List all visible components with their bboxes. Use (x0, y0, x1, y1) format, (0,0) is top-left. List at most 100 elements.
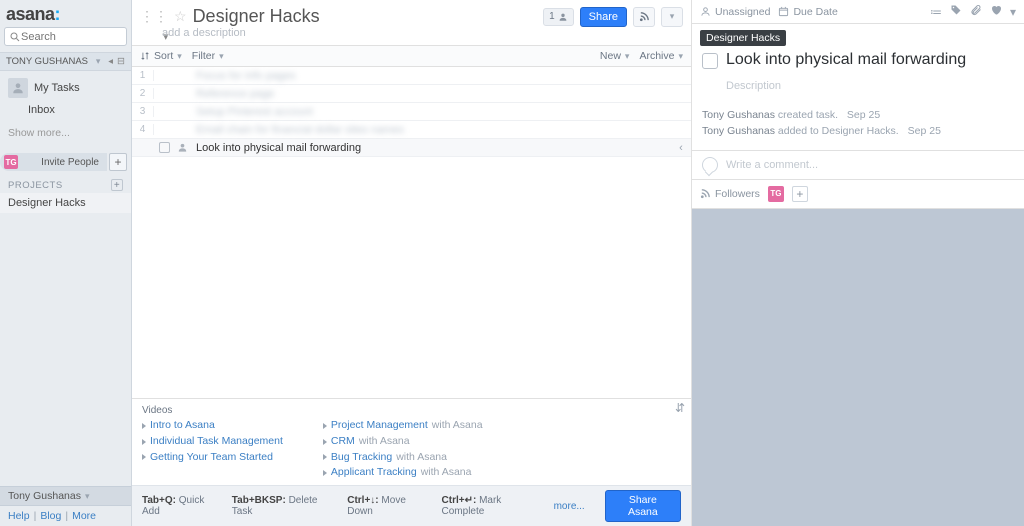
footer-user-menu[interactable]: Tony Gushanas ▾ (0, 486, 131, 505)
star-icon[interactable]: ☆ (174, 8, 187, 25)
help-link-label: Intro to Asana (150, 418, 215, 434)
task-row[interactable]: Look into physical mail forwarding‹ (132, 139, 691, 157)
task-text[interactable]: Focus for info pages (190, 70, 691, 82)
task-title[interactable]: Look into physical mail forwarding (726, 50, 966, 70)
help-video-link[interactable]: Getting Your Team Started (142, 450, 283, 466)
footer-link-more[interactable]: More (72, 510, 96, 522)
new-menu[interactable]: New ▾ (600, 50, 630, 62)
footer-user-name: Tony Gushanas (8, 490, 81, 502)
sidebar-show-more[interactable]: Show more... (0, 119, 131, 147)
left-sidebar: asana: ▾ TONY GUSHANAS ▾ ◂ ⊟ My Tasks (0, 0, 132, 526)
share-asana-button[interactable]: Share Asana (605, 490, 681, 522)
row-checkbox[interactable] (154, 142, 174, 153)
invite-people-label: Invite People (41, 157, 99, 168)
help-link-label: Getting Your Team Started (150, 450, 273, 466)
project-menu-button[interactable]: ▾ (661, 7, 683, 27)
activity-line: Tony Gushanas added to Designer Hacks. S… (702, 124, 1014, 140)
archive-menu[interactable]: Archive ▾ (639, 50, 683, 62)
shortcut-quick-add: Tab+Q: Quick Add (142, 495, 222, 517)
due-date-field[interactable]: Due Date (778, 6, 837, 18)
follower-avatar[interactable]: TG (768, 186, 784, 202)
project-item-designer-hacks[interactable]: Designer Hacks (0, 193, 131, 213)
calendar-icon (778, 6, 789, 17)
triangle-bullet-icon (323, 439, 327, 445)
help-videos-panel: ⇵ Videos Intro to AsanaIndividual Task M… (132, 399, 691, 485)
assignee-label: Unassigned (715, 6, 770, 18)
row-number: 4 (132, 124, 154, 135)
projects-header-label: PROJECTS (8, 180, 63, 191)
sidebar-layout-icon[interactable]: ⊟ (117, 56, 125, 67)
sort-icon (140, 51, 150, 61)
triangle-bullet-icon (142, 423, 146, 429)
filter-menu[interactable]: Filter ▾ (192, 50, 224, 62)
workspace-user-row[interactable]: TONY GUSHANAS ▾ ◂ ⊟ (0, 52, 131, 71)
task-row[interactable]: 3Setup Pinterest account (132, 103, 691, 121)
keyboard-shortcut-bar: Tab+Q: Quick Add Tab+BKSP: Delete Task C… (132, 485, 691, 526)
drag-handle-icon[interactable]: ⋮⋮ (140, 8, 168, 25)
help-video-link[interactable]: Project Management with Asana (323, 418, 483, 434)
followers-label-wrap[interactable]: Followers (700, 188, 760, 200)
footer-link-help[interactable]: Help (8, 510, 30, 522)
add-follower-button[interactable]: + (792, 186, 808, 202)
task-text[interactable]: Email chain for financial dollar sites n… (190, 124, 691, 136)
sidebar-collapse-icon[interactable]: ◂ (108, 56, 113, 67)
activity-line: Tony Gushanas created task. Sep 25 (702, 108, 1014, 124)
sidebar-item-inbox[interactable]: Inbox (0, 101, 131, 119)
invite-people-chip[interactable]: TG Invite People (0, 153, 107, 171)
invite-add-button[interactable]: + (109, 153, 127, 171)
shortcuts-more-link[interactable]: more... (554, 501, 585, 512)
activity-date: Sep 25 (908, 125, 941, 137)
activity-user[interactable]: Tony Gushanas (702, 125, 775, 137)
task-row[interactable]: 2Reference page (132, 85, 691, 103)
task-text[interactable]: Setup Pinterest account (190, 106, 691, 118)
task-row[interactable]: 1Focus for info pages (132, 67, 691, 85)
member-count-pill[interactable]: 1 (543, 8, 574, 26)
help-video-link[interactable]: Intro to Asana (142, 418, 283, 434)
tag-icon[interactable] (950, 4, 962, 19)
help-video-link[interactable]: CRM with Asana (323, 434, 483, 450)
more-menu-icon[interactable]: ▾ (1010, 5, 1016, 19)
help-video-link[interactable]: Applicant Tracking with Asana (323, 465, 483, 481)
rss-icon (639, 11, 650, 22)
brand-logo[interactable]: asana: (0, 0, 131, 27)
collapse-help-icon[interactable]: ⇵ (675, 401, 685, 415)
project-description-placeholder[interactable]: add a description (132, 27, 691, 45)
assignee-field[interactable]: Unassigned (700, 6, 770, 18)
sort-menu[interactable]: Sort ▾ (140, 50, 182, 62)
help-link-suffix: with Asana (421, 465, 472, 481)
activity-user[interactable]: Tony Gushanas (702, 109, 775, 121)
center-pane: ⋮⋮ ☆ Designer Hacks 1 Share ▾ add a desc… (132, 0, 692, 526)
task-text[interactable]: Look into physical mail forwarding (190, 142, 671, 154)
task-list: 1Focus for info pages2Reference page3Set… (132, 67, 691, 398)
share-button[interactable]: Share (580, 7, 627, 27)
help-video-link[interactable]: Bug Tracking with Asana (323, 450, 483, 466)
brand-name: asana (6, 4, 55, 24)
task-row[interactable]: 4 Email chain for financial dollar sites … (132, 121, 691, 139)
chevron-down-icon: ▾ (219, 51, 224, 62)
subtasks-icon[interactable]: ≔ (930, 5, 942, 19)
task-text[interactable]: Reference page (190, 88, 691, 100)
rss-button[interactable] (633, 7, 655, 27)
shortcut-move-down: Ctrl+↓: Move Down (347, 495, 431, 517)
task-complete-checkbox[interactable] (702, 53, 718, 69)
footer-link-blog[interactable]: Blog (40, 510, 61, 522)
chevron-down-icon: ▾ (85, 491, 90, 502)
projects-header: PROJECTS + (0, 171, 131, 193)
task-description-placeholder[interactable]: Description (692, 76, 1024, 102)
search-input-wrap[interactable]: ▾ (4, 27, 127, 46)
help-video-link[interactable]: Individual Task Management (142, 434, 283, 450)
help-link-suffix: with Asana (359, 434, 410, 450)
comment-input-placeholder[interactable]: Write a comment... (726, 159, 1014, 171)
workspace-user-name: TONY GUSHANAS (6, 56, 88, 67)
heart-icon[interactable] (990, 4, 1002, 19)
chevron-down-icon: ▾ (177, 51, 182, 62)
member-count: 1 (549, 11, 555, 22)
open-detail-chevron-icon[interactable]: ‹ (671, 142, 691, 154)
attachment-icon[interactable] (970, 4, 982, 19)
detail-project-pill[interactable]: Designer Hacks (700, 30, 786, 46)
add-project-button[interactable]: + (111, 179, 123, 191)
project-title[interactable]: Designer Hacks (193, 6, 320, 27)
comment-composer[interactable]: Write a comment... (692, 150, 1024, 180)
sidebar-item-my-tasks[interactable]: My Tasks (0, 75, 131, 101)
chevron-down-icon: ▾ (678, 51, 683, 62)
